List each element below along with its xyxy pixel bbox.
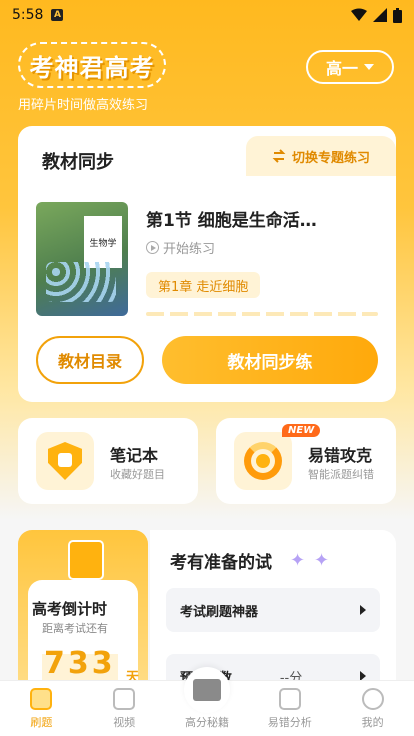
chart-icon bbox=[278, 688, 301, 710]
status-icons bbox=[351, 7, 402, 23]
printer-icon bbox=[30, 688, 53, 710]
arrow-right-icon bbox=[360, 605, 366, 615]
start-label: 开始练习 bbox=[163, 242, 216, 257]
progress-bar bbox=[146, 312, 378, 316]
countdown-title: 高考倒计时 bbox=[32, 600, 108, 618]
slogan: 用碎片时间做高效练习 bbox=[18, 98, 149, 113]
tab-label: 易错分析 bbox=[267, 716, 312, 729]
book-icon bbox=[192, 679, 221, 701]
tab-profile[interactable]: 我的 bbox=[331, 681, 414, 736]
book-label: 生物学 bbox=[84, 216, 122, 268]
tool-name: 易错攻克 bbox=[308, 446, 373, 465]
center-button bbox=[183, 667, 230, 713]
tool-name: 笔记本 bbox=[110, 446, 159, 465]
user-icon bbox=[361, 688, 384, 710]
lesson-title[interactable]: 第1节 细胞是生命活… bbox=[146, 206, 317, 231]
tool-sub: 智能派题纠错 bbox=[308, 468, 374, 481]
grade-label: 高一 bbox=[325, 59, 358, 78]
tab-label: 视频 bbox=[113, 716, 136, 729]
section-title: 考有准备的试 bbox=[170, 553, 272, 573]
chevron-down-icon bbox=[364, 64, 374, 70]
error-practice-card[interactable]: NEW 易错攻克 智能派题纠错 bbox=[216, 418, 396, 504]
grade-selector[interactable]: 高一 bbox=[306, 50, 394, 84]
card-title: 教材同步 bbox=[42, 152, 114, 173]
exam-drill-tool-item[interactable]: 考试刷题神器 bbox=[166, 588, 380, 632]
textbook-catalog-button[interactable]: 教材目录 bbox=[36, 336, 144, 384]
tab-video[interactable]: 视频 bbox=[83, 681, 166, 736]
signal-icon bbox=[373, 8, 387, 22]
tab-label: 高分秘籍 bbox=[184, 716, 229, 729]
prep-item-label: 考试刷题神器 bbox=[180, 604, 259, 620]
battery-icon bbox=[393, 7, 402, 23]
sparkle-icon: ✦ bbox=[314, 550, 330, 571]
notebook-icon bbox=[36, 432, 94, 490]
status-time: 5:58 bbox=[12, 7, 44, 23]
countdown-sub: 距离考试还有 bbox=[42, 622, 108, 635]
play-icon bbox=[146, 241, 159, 254]
sparkle-icon: ✦ bbox=[290, 550, 306, 571]
tab-secrets[interactable]: 高分秘籍 bbox=[166, 667, 249, 736]
status-bar: 5:58 A bbox=[0, 0, 414, 30]
wifi-icon bbox=[351, 8, 367, 21]
tool-sub: 收藏好题目 bbox=[110, 468, 165, 481]
shield-icon bbox=[48, 442, 82, 480]
tab-label: 我的 bbox=[361, 716, 384, 729]
switch-topic-label: 切换专题练习 bbox=[291, 150, 370, 166]
swap-icon bbox=[272, 149, 286, 163]
textbook-sync-card: 教材同步 切换专题练习 生物学 第1节 细胞是生命活… 开始练习 第1章 走近细… bbox=[18, 126, 396, 402]
target-icon bbox=[234, 432, 292, 490]
notebook-card[interactable]: 笔记本 收藏好题目 bbox=[18, 418, 198, 504]
new-badge: NEW bbox=[282, 424, 321, 437]
exam-countdown-card[interactable]: 高考倒计时 距离考试还有 733 天 bbox=[18, 530, 148, 690]
notification-icon: A bbox=[51, 9, 64, 21]
switch-topic-button[interactable]: 切换专题练习 bbox=[246, 136, 396, 176]
start-practice-link[interactable]: 开始练习 bbox=[146, 238, 215, 257]
exam-prep-section: 考有准备的试 ✦ ✦ 考试刷题神器 预估分数 --分 bbox=[150, 530, 396, 698]
bottom-tab-bar: 刷题 视频 高分秘籍 易错分析 我的 bbox=[0, 667, 414, 736]
cell-illustration bbox=[46, 262, 116, 302]
tab-error-analysis[interactable]: 易错分析 bbox=[248, 681, 331, 736]
app-logo: 考神君高考 bbox=[18, 42, 166, 88]
bag-icon bbox=[68, 540, 104, 580]
textbook-sync-practice-button[interactable]: 教材同步练 bbox=[162, 336, 378, 384]
ring-icon bbox=[244, 442, 282, 480]
book-cover[interactable]: 生物学 bbox=[36, 202, 128, 316]
tab-label: 刷题 bbox=[30, 716, 53, 729]
chapter-badge: 第1章 走近细胞 bbox=[146, 272, 261, 298]
tab-practice[interactable]: 刷题 bbox=[0, 681, 83, 736]
video-icon bbox=[113, 688, 136, 710]
